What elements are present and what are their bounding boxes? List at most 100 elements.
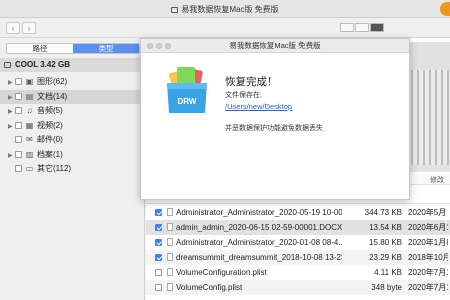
file-checkbox[interactable]	[155, 269, 162, 276]
sidebar-item-label: 其它(112)	[37, 164, 72, 173]
file-icon	[167, 253, 173, 261]
file-date: 2020年6月14日	[408, 223, 448, 232]
volume-header[interactable]: COOL 3.42 GB	[0, 58, 145, 72]
save-path-link[interactable]: /Users/new/Desktop	[225, 102, 292, 111]
document-icon: ▤	[25, 91, 34, 101]
file-checkbox[interactable]	[155, 254, 162, 261]
file-name: dreamsummit_dreamsummit_2018-10-08 13-23…	[176, 253, 342, 262]
mail-icon: ✉	[26, 135, 33, 144]
file-size: 348 byte	[371, 283, 402, 292]
save-location-label: 文件保存在:	[225, 92, 262, 99]
protection-note: 并恶数据保护功能避免数据丢失	[225, 125, 323, 132]
list-view-button[interactable]	[355, 23, 369, 32]
window-title-wrap: 易我数据恢复Mac版 免费版	[0, 4, 450, 15]
archive-icon: ▥	[25, 149, 34, 159]
close-window-icon[interactable]	[147, 43, 153, 49]
file-row[interactable]: admin_admin_2020-06-15 02-59-00001.DOCX 1…	[146, 220, 450, 235]
dialog-title-bar: 易我数据恢复Mac版 免费版	[141, 39, 409, 53]
video-icon: ▦	[25, 120, 34, 130]
file-checkbox[interactable]	[155, 209, 162, 216]
file-date: 2018年10月8日	[408, 253, 448, 262]
expand-arrow-icon[interactable]: ▶	[8, 120, 14, 135]
sidebar-item-other[interactable]: ▭ 其它(112)	[0, 162, 145, 177]
category-checkbox[interactable]	[15, 150, 22, 158]
expand-arrow-icon[interactable]: ▶	[8, 76, 14, 91]
sidebar-item-label: 文档(14)	[37, 91, 68, 101]
file-size: 13.54 KB	[369, 223, 402, 232]
category-checkbox[interactable]	[15, 92, 22, 100]
title-bar: 易我数据恢复Mac版 免费版	[0, 0, 450, 18]
file-checkbox[interactable]	[155, 284, 162, 291]
file-list: Administrator_Administrator_2020-05-19 1…	[146, 205, 450, 295]
file-size: 15.80 KB	[369, 238, 402, 247]
file-icon	[167, 268, 173, 276]
file-name: VolumeConfiguration.plist	[176, 268, 267, 277]
category-checkbox[interactable]	[15, 165, 22, 172]
file-checkbox[interactable]	[155, 239, 162, 246]
sidebar-item-archive[interactable]: ▶ ▥ 档案(1)	[0, 148, 145, 163]
list-divider	[146, 203, 450, 204]
forward-button[interactable]: ›	[22, 22, 36, 34]
window-title: 易我数据恢复Mac版 免费版	[181, 5, 279, 14]
music-icon: ♫	[26, 106, 33, 115]
image-icon: ▣	[25, 77, 34, 86]
expand-arrow-icon[interactable]: ▶	[8, 149, 14, 164]
sidebar-item-label: 图形(62)	[37, 77, 68, 86]
file-size: 344.73 KB	[364, 208, 402, 217]
sidebar-item-label: 音频(5)	[37, 106, 63, 115]
file-name: VolumeConfig.plist	[176, 283, 243, 292]
minimize-window-icon[interactable]	[156, 43, 162, 49]
category-checkbox[interactable]	[15, 136, 22, 143]
segment-type[interactable]: 类型	[73, 44, 139, 53]
file-size: 4.11 KB	[374, 268, 402, 277]
category-checkbox[interactable]	[15, 107, 22, 114]
sidebar-item-image[interactable]: ▶ ▣ 图形(62)	[0, 75, 145, 90]
file-row[interactable]: Administrator_Administrator_2020-05-19 1…	[146, 205, 450, 220]
back-button[interactable]: ‹	[6, 22, 20, 34]
sidebar-item-label: 邮件(0)	[37, 135, 63, 144]
lock-icon	[171, 7, 179, 13]
file-date: 2020年7月13日	[408, 283, 448, 292]
file-icon	[167, 238, 173, 246]
file-row[interactable]: Administrator_Administrator_2020-01-08 0…	[146, 235, 450, 250]
segment-path[interactable]: 路径	[7, 44, 73, 53]
sidebar-item-music[interactable]: ▶ ♫ 音频(5)	[0, 104, 145, 119]
modified-column-header[interactable]: 修改	[430, 175, 444, 185]
file-size: 23.29 KB	[369, 253, 402, 262]
other-icon: ▭	[25, 164, 34, 173]
column-view-button[interactable]	[370, 23, 384, 32]
expand-arrow-icon[interactable]: ▶	[8, 105, 14, 120]
file-icon	[167, 208, 173, 216]
file-name: Administrator_Administrator_2020-05-19 1…	[176, 208, 342, 217]
sidebar-item-label: 档案(1)	[37, 149, 63, 159]
file-date: 2020年7月13日	[408, 268, 448, 277]
recovery-complete-dialog: 易我数据恢复Mac版 免费版 DRW 恢复完成！ 文件保存在: /Users/n…	[140, 38, 410, 200]
category-checkbox[interactable]	[15, 121, 22, 129]
preview-image	[405, 70, 450, 165]
file-row[interactable]: VolumeConfig.plist 348 byte 2020年7月13日	[146, 280, 450, 295]
view-mode-segments: 路径 类型	[6, 43, 140, 54]
view-toggles	[340, 23, 384, 32]
category-checkbox[interactable]	[15, 78, 22, 85]
file-icon	[167, 283, 173, 291]
notification-badge[interactable]	[440, 2, 450, 16]
file-row[interactable]: dreamsummit_dreamsummit_2018-10-08 13-23…	[146, 250, 450, 265]
expand-arrow-icon[interactable]: ▶	[8, 91, 14, 106]
sidebar-item-mail[interactable]: ✉ 邮件(0)	[0, 133, 145, 148]
file-date: 2020年1月8日	[408, 238, 448, 247]
sidebar-item-document[interactable]: ▶ ▤ 文档(14)	[0, 89, 145, 106]
file-date: 2020年5月	[408, 208, 447, 217]
app-icon: DRW	[167, 67, 207, 113]
volume-label: COOL 3.42 GB	[15, 60, 70, 69]
window-controls	[147, 43, 171, 49]
sidebar-item-video[interactable]: ▶ ▦ 视频(2)	[0, 119, 145, 134]
disk-icon	[4, 62, 11, 68]
grid-view-button[interactable]	[340, 23, 354, 32]
zoom-window-icon[interactable]	[165, 43, 171, 49]
sidebar: 路径 类型 COOL 3.42 GB ▶ ▣ 图形(62) ▶ ▤ 文档(14) ▶ ♫ 音频(5…	[0, 38, 145, 300]
type-tree: ▶ ▣ 图形(62) ▶ ▤ 文档(14) ▶ ♫ 音频(5) ▶ ▦ 视频(2) ✉ 邮件(0) ▶ ▥ 档案…	[0, 75, 145, 177]
sidebar-item-label: 视频(2)	[37, 120, 63, 130]
file-row[interactable]: VolumeConfiguration.plist 4.11 KB 2020年7月1…	[146, 265, 450, 280]
app-window: 易我数据恢复Mac版 免费版 ‹ › 路径 类型 COOL 3.42 GB ▶ ▣ 图…	[0, 0, 450, 300]
file-checkbox[interactable]	[155, 224, 162, 231]
